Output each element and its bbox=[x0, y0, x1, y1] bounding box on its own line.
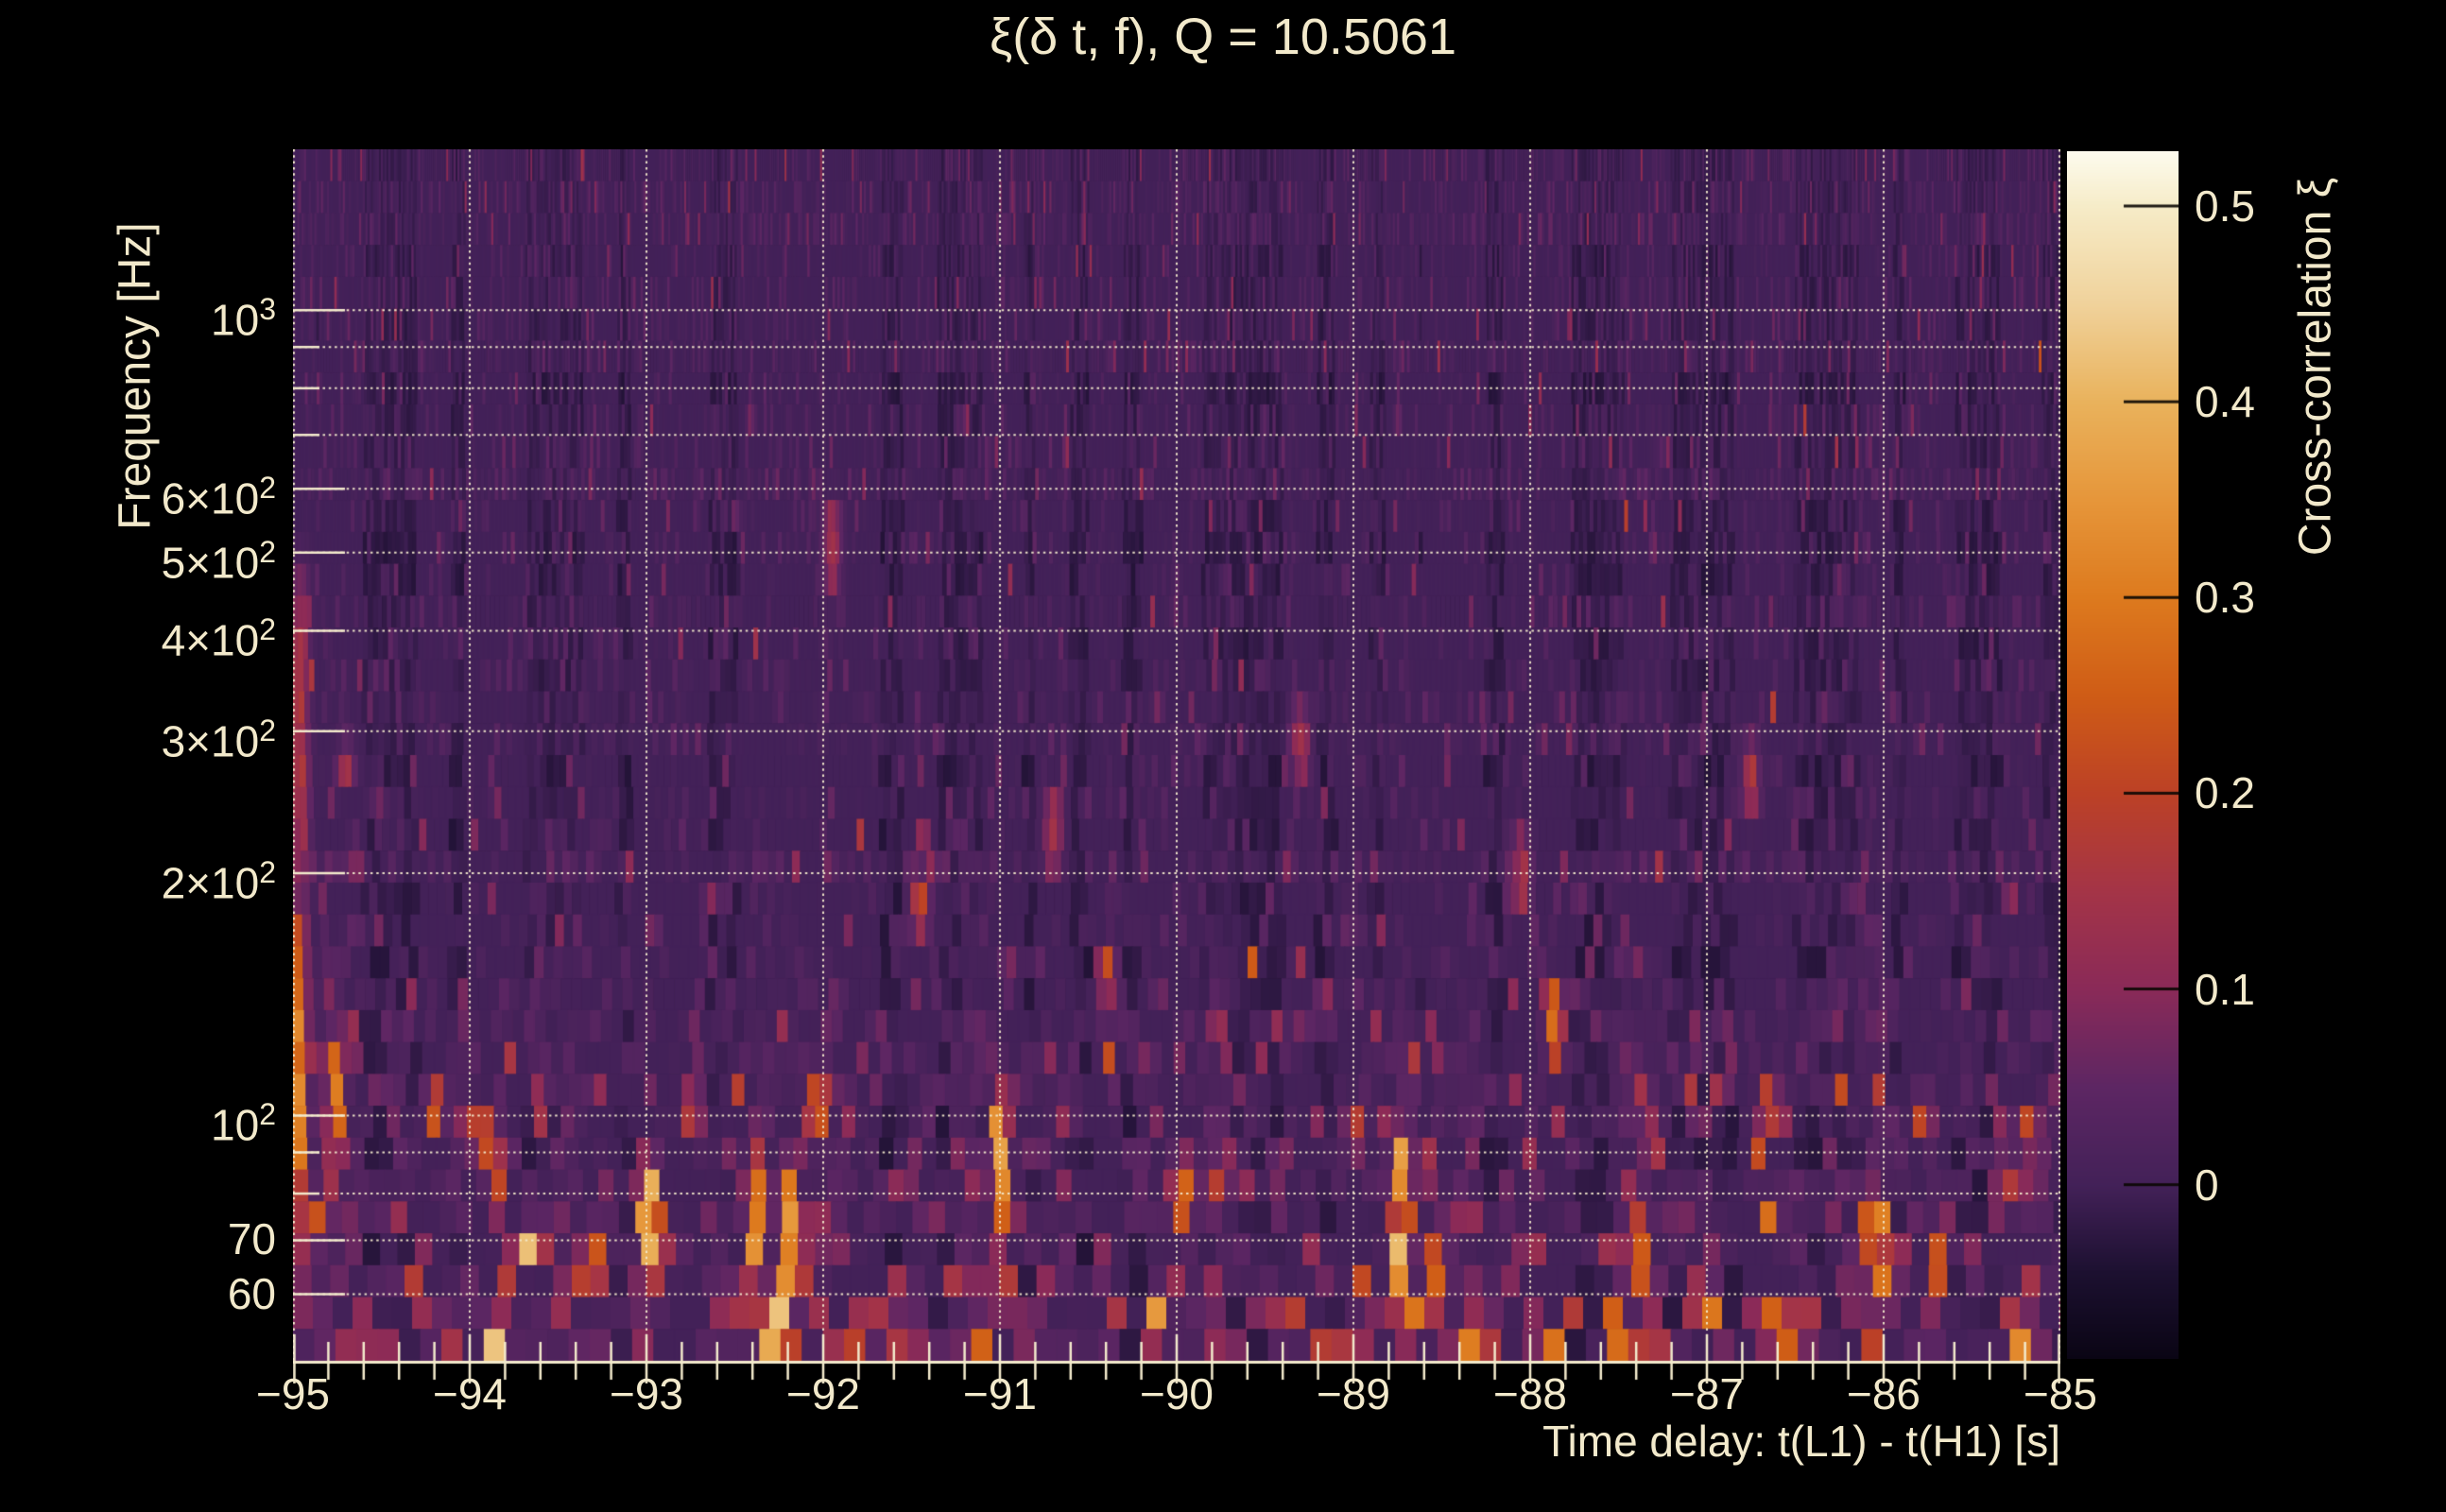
x-tick-label: −90 bbox=[1139, 1369, 1214, 1418]
x-axis-title: Time delay: t(L1) - t(H1) [s] bbox=[1542, 1417, 2060, 1466]
y-tick-label: 70 bbox=[227, 1214, 276, 1264]
colorbar-tick-label: 0 bbox=[2195, 1160, 2219, 1210]
x-tick-label: −92 bbox=[785, 1369, 861, 1418]
x-tick-label: −88 bbox=[1492, 1369, 1568, 1418]
x-tick-label: −91 bbox=[962, 1369, 1038, 1418]
x-tick-label: −85 bbox=[2023, 1369, 2098, 1418]
x-tick-label: −95 bbox=[255, 1369, 331, 1418]
x-tick-label: −87 bbox=[1669, 1369, 1745, 1418]
y-axis-title: Frequency [Hz] bbox=[110, 222, 161, 530]
x-tick-label: −86 bbox=[1846, 1369, 1921, 1418]
heatmap-canvas bbox=[293, 149, 2060, 1383]
colorbar-tick-label: 0.4 bbox=[2195, 377, 2255, 427]
colorbar bbox=[2067, 151, 2179, 1359]
x-tick-label: −94 bbox=[432, 1369, 508, 1418]
y-tick-label: 102 bbox=[211, 1097, 276, 1150]
x-tick-label: −89 bbox=[1316, 1369, 1391, 1418]
colorbar-tick-label: 0.1 bbox=[2195, 964, 2255, 1014]
y-tick-label: 103 bbox=[211, 292, 276, 345]
plot-title: ξ(δ t, f), Q = 10.5061 bbox=[990, 9, 1456, 65]
colorbar-title: Cross-correlation ξ bbox=[2290, 177, 2341, 557]
y-tick-label: 5×102 bbox=[161, 534, 276, 588]
y-tick-label: 3×102 bbox=[161, 713, 276, 766]
x-tick-label: −93 bbox=[609, 1369, 684, 1418]
figure: ξ(δ t, f), Q = 10.5061 Time delay: t(L1)… bbox=[0, 0, 2446, 1512]
colorbar-tick-label: 0.3 bbox=[2195, 573, 2255, 623]
colorbar-tick-label: 0.5 bbox=[2195, 180, 2255, 231]
colorbar-tick-label: 0.2 bbox=[2195, 768, 2255, 818]
y-tick-label: 6×102 bbox=[161, 471, 276, 524]
y-tick-label: 4×102 bbox=[161, 612, 276, 665]
y-tick-label: 60 bbox=[227, 1268, 276, 1318]
y-tick-label: 2×102 bbox=[161, 854, 276, 908]
